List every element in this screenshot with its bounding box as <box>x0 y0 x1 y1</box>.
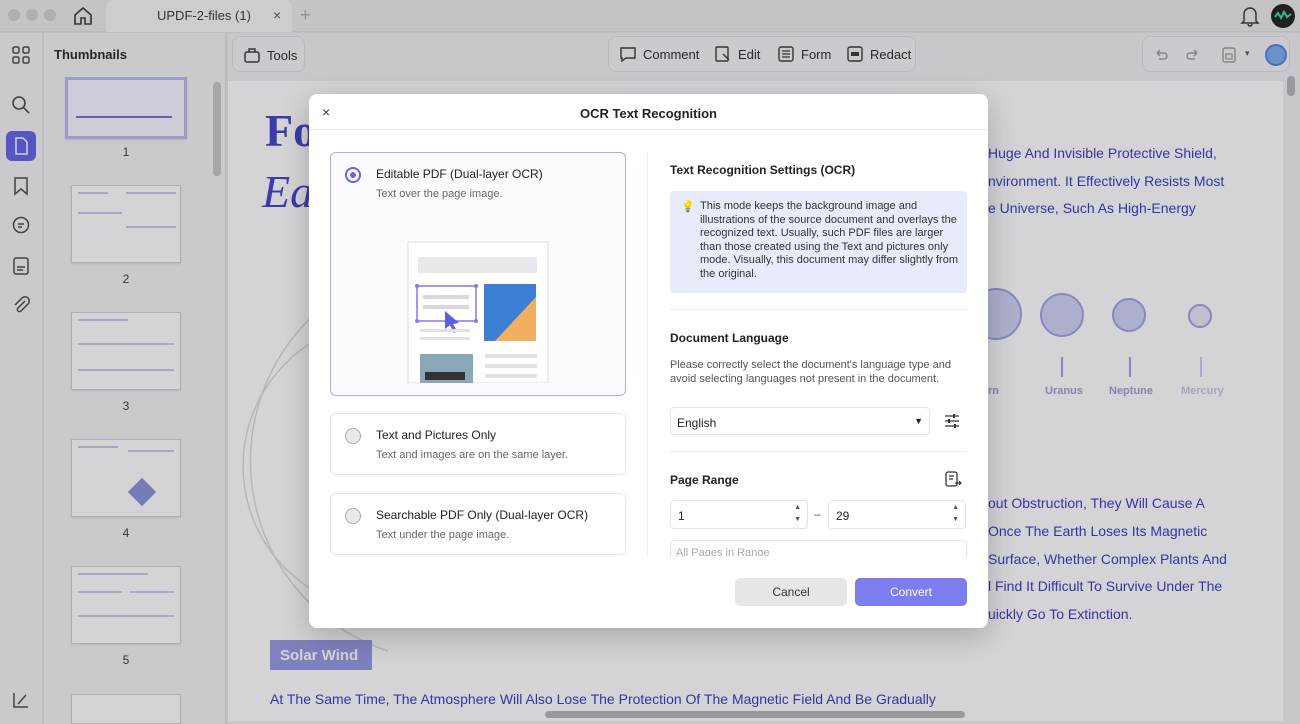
editable-pdf-illustration <box>407 241 549 383</box>
option-text-and-pictures[interactable]: Text and Pictures Only Text and images a… <box>330 413 626 475</box>
divider <box>670 451 967 452</box>
range-to-value: 29 <box>836 509 850 523</box>
range-to-input[interactable]: 29 ▲ ▼ <box>828 500 966 529</box>
language-value: English <box>677 416 717 430</box>
lightbulb-icon: 💡 <box>681 201 695 213</box>
range-from-input[interactable]: 1 ▲ ▼ <box>670 500 808 529</box>
stepper-down-icon[interactable]: ▼ <box>952 516 959 523</box>
dialog-title: OCR Text Recognition <box>580 106 717 121</box>
divider <box>647 152 648 556</box>
option-subtitle: Text and images are on the same layer. <box>376 449 568 461</box>
language-settings-icon[interactable] <box>943 412 961 430</box>
option-title: Searchable PDF Only (Dual-layer OCR) <box>376 508 589 522</box>
radio-searchable-pdf[interactable] <box>345 508 361 524</box>
option-editable-pdf[interactable]: Editable PDF (Dual-layer OCR) Text over … <box>330 152 626 396</box>
stepper-up-icon[interactable]: ▲ <box>794 504 801 511</box>
divider <box>309 129 988 130</box>
option-subtitle: Text under the page image. <box>376 529 510 541</box>
language-heading: Document Language <box>670 331 789 345</box>
convert-button[interactable]: Convert <box>855 578 967 606</box>
settings-heading: Text Recognition Settings (OCR) <box>670 163 856 177</box>
chevron-down-icon: ▼ <box>914 416 923 426</box>
settings-note: 💡 This mode keeps the background image a… <box>670 191 967 293</box>
page-range-heading: Page Range <box>670 473 739 487</box>
range-from-value: 1 <box>678 509 685 523</box>
option-subtitle: Text over the page image. <box>376 188 503 200</box>
option-title: Editable PDF (Dual-layer OCR) <box>376 167 543 181</box>
cancel-button[interactable]: Cancel <box>735 578 847 606</box>
radio-text-and-pictures[interactable] <box>345 428 361 444</box>
settings-note-text: This mode keeps the background image and… <box>700 200 958 280</box>
radio-editable-pdf[interactable] <box>345 167 361 183</box>
range-subset-select[interactable]: All Pages in Range <box>670 540 967 556</box>
divider <box>670 309 967 310</box>
range-separator: – <box>814 507 821 521</box>
ocr-dialog: × OCR Text Recognition Editable PDF (Dua… <box>309 94 988 628</box>
stepper-up-icon[interactable]: ▲ <box>952 504 959 511</box>
option-searchable-pdf[interactable]: Searchable PDF Only (Dual-layer OCR) Tex… <box>330 493 626 555</box>
stepper-down-icon[interactable]: ▼ <box>794 516 801 523</box>
language-select[interactable]: English ▼ <box>670 407 930 435</box>
range-subset-value: All Pages in Range <box>676 547 770 556</box>
option-title: Text and Pictures Only <box>376 428 497 442</box>
page-range-icon[interactable] <box>944 470 962 488</box>
language-description: Please correctly select the document's l… <box>670 359 951 385</box>
